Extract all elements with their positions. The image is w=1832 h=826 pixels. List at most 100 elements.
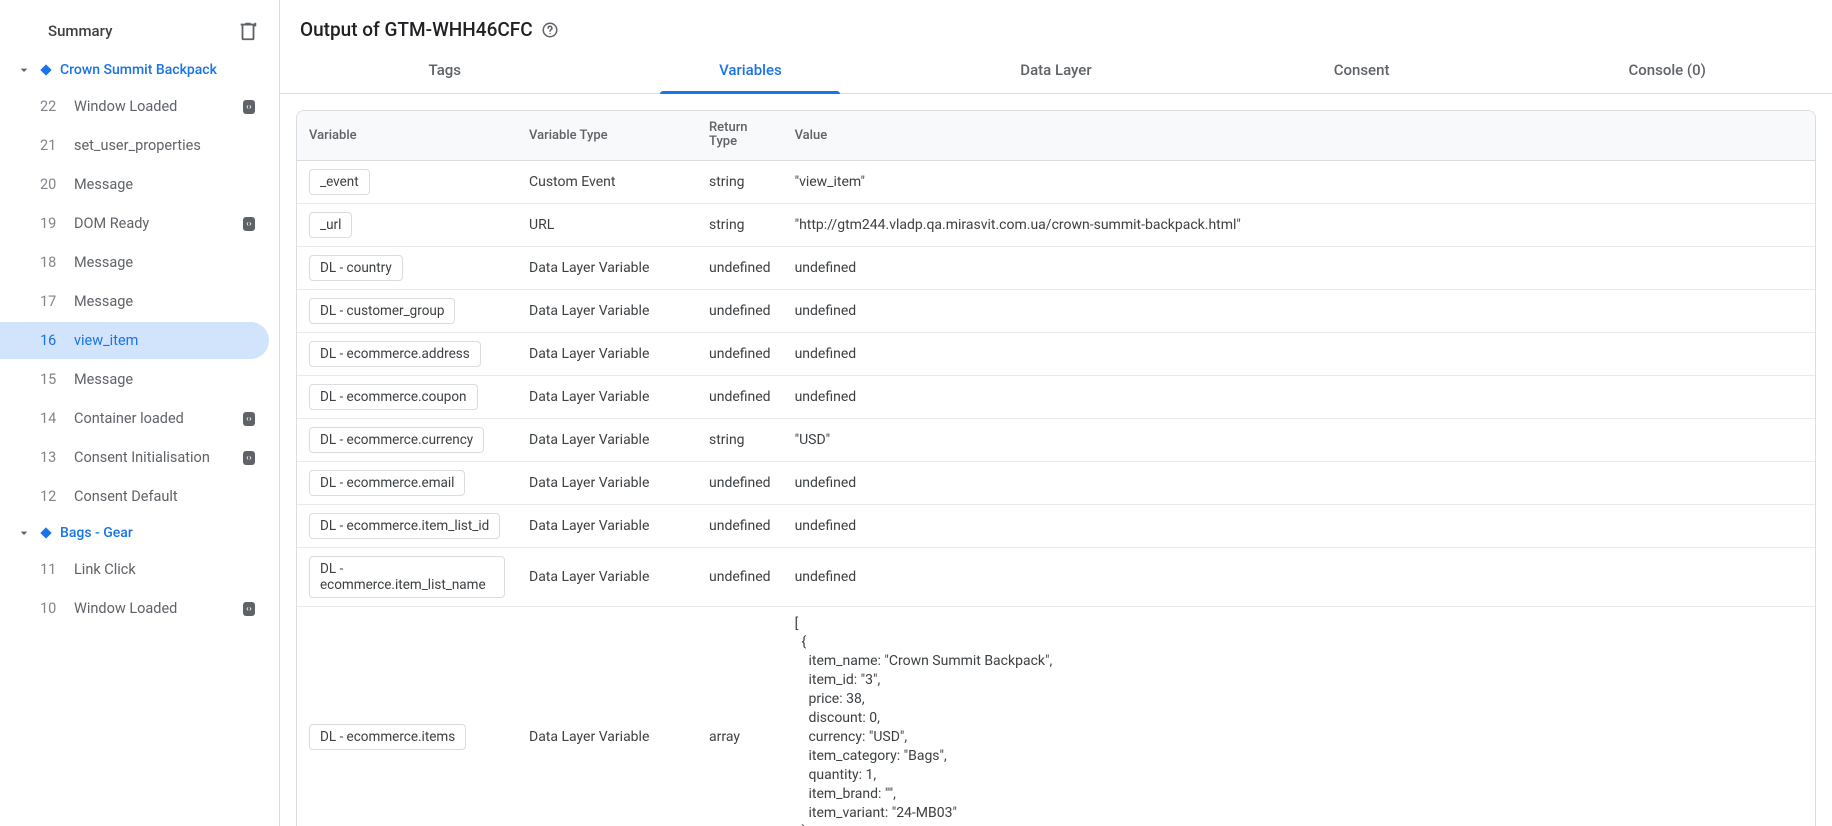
event-label: set_user_properties bbox=[74, 137, 255, 154]
event-item[interactable]: 11 Link Click bbox=[0, 551, 269, 588]
return-type: undefined bbox=[697, 247, 783, 290]
event-number: 16 bbox=[40, 332, 64, 349]
event-item[interactable]: 17 Message bbox=[0, 283, 269, 320]
variable-chip[interactable]: DL - ecommerce.coupon bbox=[309, 384, 478, 410]
event-item[interactable]: 14Container loaded‹› bbox=[0, 400, 269, 437]
table-row: DL - ecommerce.emailData Layer Variableu… bbox=[297, 462, 1815, 505]
table-row: _eventCustom Eventstring"view_item" bbox=[297, 161, 1815, 204]
table-row: DL - customer_group Data Layer Variable un… bbox=[297, 290, 1815, 333]
variable-type: Data Layer Variable bbox=[517, 290, 697, 333]
event-item[interactable]: 10Window Loaded‹› bbox=[0, 590, 269, 627]
api-badge-icon: ‹› bbox=[243, 217, 255, 231]
help-icon[interactable] bbox=[541, 21, 559, 39]
output-title-row: Output of GTM-WHH46CFC bbox=[280, 4, 1832, 47]
variable-chip[interactable]: DL - ecommerce.address bbox=[309, 341, 481, 367]
tabs: Tags Variables Data Layer Consent Consol… bbox=[280, 47, 1832, 94]
event-number: 21 bbox=[40, 137, 64, 154]
group-header[interactable]: Bags - Gear bbox=[0, 517, 279, 549]
variable-type: URL bbox=[517, 204, 697, 247]
event-item[interactable]: 18 Message bbox=[0, 244, 269, 281]
variable-chip[interactable]: DL - ecommerce.item_list_id bbox=[309, 513, 500, 539]
tab-datalayer[interactable]: Data Layer bbox=[903, 47, 1209, 93]
event-label: Consent Initialisation bbox=[74, 449, 233, 466]
event-label: Message bbox=[74, 254, 255, 271]
event-item[interactable]: 13 Consent Initialisation ‹› bbox=[0, 439, 269, 476]
return-type: undefined bbox=[697, 333, 783, 376]
event-label: Message bbox=[74, 176, 255, 193]
return-type: array bbox=[697, 607, 783, 826]
col-header-value[interactable]: Value bbox=[783, 111, 1815, 161]
event-number: 11 bbox=[40, 561, 64, 578]
value-cell: undefined bbox=[783, 290, 1815, 333]
variable-type: Data Layer Variable bbox=[517, 505, 697, 548]
event-label: Message bbox=[74, 371, 255, 388]
diamond-icon bbox=[38, 62, 54, 78]
variable-chip[interactable]: _url bbox=[309, 212, 352, 238]
tab-tags[interactable]: Tags bbox=[292, 47, 598, 93]
clear-events-icon[interactable] bbox=[237, 20, 259, 42]
output-title: Output of GTM-WHH46CFC bbox=[300, 18, 533, 41]
variable-type: Data Layer Variable bbox=[517, 333, 697, 376]
variable-type: Data Layer Variable bbox=[517, 462, 697, 505]
variable-chip[interactable]: DL - ecommerce.item_list_name bbox=[309, 556, 505, 598]
col-header-variable[interactable]: Variable bbox=[297, 111, 517, 161]
col-header-vartype[interactable]: Variable Type bbox=[517, 111, 697, 161]
event-number: 20 bbox=[40, 176, 64, 193]
table-row: DL - ecommerce.currency Data Layer Variab… bbox=[297, 419, 1815, 462]
event-item[interactable]: 19 DOM Ready ‹› bbox=[0, 205, 269, 242]
table-row: _urlURLstring"http://gtm244.vladp.qa.mir… bbox=[297, 204, 1815, 247]
sidebar: Summary Crown Summit Backpack22Window Lo… bbox=[0, 0, 280, 826]
caret-down-icon bbox=[16, 62, 32, 78]
return-type: string bbox=[697, 204, 783, 247]
caret-down-icon bbox=[16, 525, 32, 541]
event-number: 13 bbox=[40, 449, 64, 466]
event-label: Consent Default bbox=[74, 488, 255, 505]
variable-chip[interactable]: _event bbox=[309, 169, 370, 195]
summary-row[interactable]: Summary bbox=[0, 8, 279, 54]
tab-variables[interactable]: Variables bbox=[598, 47, 904, 93]
api-badge-icon: ‹› bbox=[243, 100, 255, 114]
variable-chip[interactable]: DL - country bbox=[309, 255, 403, 281]
event-label: Link Click bbox=[74, 561, 255, 578]
event-number: 19 bbox=[40, 215, 64, 232]
variables-table-wrap: Variable Variable Type ReturnType Value … bbox=[280, 94, 1832, 826]
event-item[interactable]: 21 set_user_properties bbox=[0, 127, 269, 164]
return-type: undefined bbox=[697, 505, 783, 548]
event-item[interactable]: 15 Message bbox=[0, 361, 269, 398]
value-cell: undefined bbox=[783, 505, 1815, 548]
variables-table: Variable Variable Type ReturnType Value … bbox=[296, 110, 1816, 826]
event-number: 18 bbox=[40, 254, 64, 271]
return-type: string bbox=[697, 161, 783, 204]
variable-chip[interactable]: DL - ecommerce.email bbox=[309, 470, 465, 496]
tab-consent[interactable]: Consent bbox=[1209, 47, 1515, 93]
event-item[interactable]: 22Window Loaded‹› bbox=[0, 88, 269, 125]
variable-type: Data Layer Variable bbox=[517, 419, 697, 462]
variable-chip[interactable]: DL - ecommerce.items bbox=[309, 724, 466, 750]
event-item[interactable]: 16 view_item bbox=[0, 322, 269, 359]
variable-chip[interactable]: DL - customer_group bbox=[309, 298, 455, 324]
table-row: DL - countryData Layer Variableundefined… bbox=[297, 247, 1815, 290]
tab-console[interactable]: Console (0) bbox=[1514, 47, 1820, 93]
api-badge-icon: ‹› bbox=[243, 451, 255, 465]
variable-type: Data Layer Variable bbox=[517, 376, 697, 419]
value-cell: undefined bbox=[783, 548, 1815, 607]
value-cell: [ { item_name: "Crown Summit Backpack", … bbox=[783, 607, 1815, 826]
api-badge-icon: ‹› bbox=[243, 602, 255, 616]
event-item[interactable]: 20 Message bbox=[0, 166, 269, 203]
event-label: DOM Ready bbox=[74, 215, 233, 232]
return-type: undefined bbox=[697, 548, 783, 607]
col-header-returntype[interactable]: ReturnType bbox=[697, 111, 783, 161]
main-panel: Output of GTM-WHH46CFC Tags Variables Da… bbox=[280, 0, 1832, 826]
event-label: Message bbox=[74, 293, 255, 310]
event-number: 15 bbox=[40, 371, 64, 388]
table-row: DL - ecommerce.address Data Layer Variabl… bbox=[297, 333, 1815, 376]
group-header[interactable]: Crown Summit Backpack bbox=[0, 54, 279, 86]
event-label: view_item bbox=[74, 332, 255, 349]
variable-chip[interactable]: DL - ecommerce.currency bbox=[309, 427, 484, 453]
return-type: undefined bbox=[697, 376, 783, 419]
group-label: Bags - Gear bbox=[60, 525, 133, 541]
event-number: 17 bbox=[40, 293, 64, 310]
return-type: string bbox=[697, 419, 783, 462]
event-item[interactable]: 12 Consent Default bbox=[0, 478, 269, 515]
event-number: 12 bbox=[40, 488, 64, 505]
